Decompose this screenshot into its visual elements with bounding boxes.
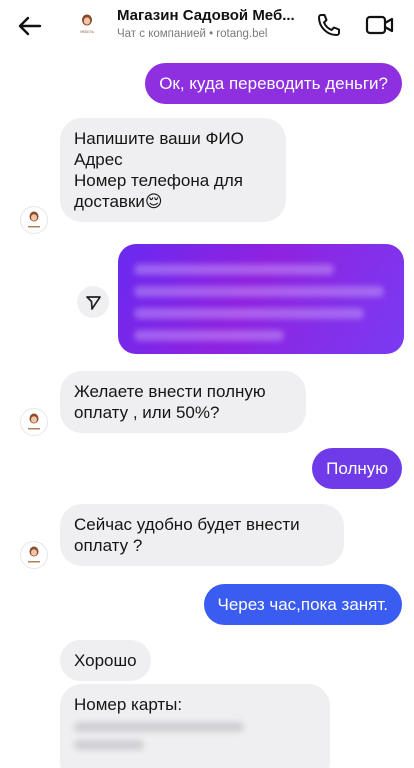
- chat-subtitle: Чат с компанией • rotang.bel: [117, 28, 268, 40]
- sender-avatar: [20, 541, 48, 569]
- sender-avatar: [20, 408, 48, 436]
- message-incoming[interactable]: Хорошо: [60, 640, 151, 681]
- message-outgoing[interactable]: Ок, куда переводить деньги?: [145, 63, 402, 104]
- message-incoming[interactable]: Сейчас удобно будет внести оплату ?: [60, 504, 344, 566]
- message-outgoing[interactable]: Полную: [312, 448, 402, 489]
- forwarded-message-blurred[interactable]: [118, 244, 404, 354]
- chat-header: МЕБЕЛЬ Магазин Садовой Меб... Чат с комп…: [0, 0, 414, 52]
- video-icon[interactable]: [364, 10, 396, 40]
- avatar[interactable]: МЕБЕЛЬ: [72, 9, 102, 39]
- share-button[interactable]: [77, 286, 109, 318]
- phone-icon[interactable]: [314, 10, 344, 40]
- message-incoming-card[interactable]: Номер карты:: [60, 684, 330, 768]
- card-label: Номер карты:: [74, 695, 183, 714]
- message-incoming[interactable]: Желаете внести полную оплату , или 50%?: [60, 371, 306, 433]
- back-arrow-icon[interactable]: [14, 10, 46, 42]
- sender-avatar: [20, 206, 48, 234]
- share-icon: [86, 296, 101, 310]
- avatar-label: МЕБЕЛЬ: [80, 30, 94, 34]
- message-outgoing[interactable]: Через час,пока занят.: [203, 584, 402, 625]
- message-incoming[interactable]: Напишите ваши ФИО Адрес Номер телефона д…: [60, 118, 286, 222]
- chat-title[interactable]: Магазин Садовой Меб...: [117, 7, 297, 24]
- logo-icon: МЕБЕЛЬ: [72, 9, 102, 39]
